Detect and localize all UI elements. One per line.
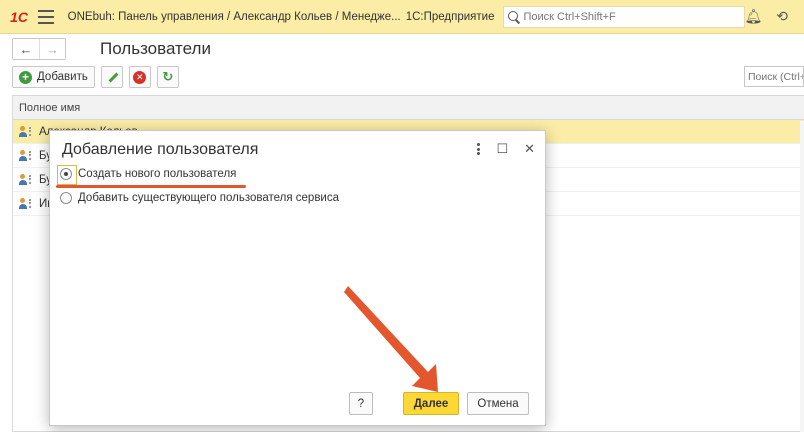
edit-button[interactable] bbox=[100, 66, 123, 88]
app-header: 1С ONEbuh: Панель управления / Александр… bbox=[0, 0, 804, 34]
delete-icon: ✕ bbox=[133, 70, 147, 84]
add-button[interactable]: + Добавить bbox=[12, 66, 95, 88]
maximize-icon[interactable]: ☐ bbox=[496, 141, 508, 157]
refresh-button[interactable]: ↻ bbox=[156, 66, 179, 88]
back-button[interactable]: ← bbox=[13, 39, 39, 59]
add-user-dialog: Добавление пользователя ☐ ✕ Создать ново… bbox=[49, 130, 546, 426]
search-icon bbox=[507, 10, 520, 23]
platform-label: 1С:Предприятие bbox=[405, 10, 495, 23]
help-button[interactable]: ? bbox=[349, 392, 373, 415]
user-icon bbox=[19, 125, 33, 138]
user-icon bbox=[19, 197, 33, 210]
scrollbar[interactable] bbox=[800, 121, 804, 432]
radio-create-new[interactable] bbox=[57, 165, 77, 185]
dialog-title: Добавление пользователя bbox=[62, 141, 259, 158]
global-search[interactable] bbox=[502, 5, 745, 28]
next-button[interactable]: Далее bbox=[403, 392, 459, 415]
app-title: ONEbuh: Панель управления / Александр Ко… bbox=[67, 10, 401, 23]
page-title: Пользователи bbox=[100, 39, 211, 58]
global-search-input[interactable] bbox=[523, 10, 744, 23]
radio-add-existing[interactable] bbox=[60, 192, 72, 204]
column-header-full-name[interactable]: Полное имя bbox=[13, 96, 804, 120]
refresh-icon: ↻ bbox=[162, 69, 174, 84]
more-icon[interactable] bbox=[477, 143, 481, 155]
menu-icon[interactable] bbox=[38, 9, 54, 24]
annotation-underline bbox=[56, 185, 246, 188]
history-icon[interactable]: ⟲ bbox=[776, 8, 788, 25]
app-logo[interactable]: 1С bbox=[6, 0, 32, 34]
option-add-existing-user[interactable]: Добавить существующего пользователя серв… bbox=[60, 192, 339, 204]
close-icon[interactable]: ✕ bbox=[524, 141, 535, 157]
list-toolbar: + Добавить ✕ ↻ bbox=[0, 64, 804, 90]
option-label: Создать нового пользователя bbox=[78, 168, 237, 180]
pencil-icon bbox=[106, 71, 118, 83]
list-search[interactable] bbox=[744, 66, 804, 87]
page-navbar: ← → Пользователи bbox=[0, 35, 804, 63]
cancel-button[interactable]: Отмена bbox=[467, 392, 529, 415]
forward-button[interactable]: → bbox=[39, 39, 65, 59]
plus-icon: + bbox=[19, 70, 32, 84]
option-label: Добавить существующего пользователя серв… bbox=[78, 192, 339, 204]
bell-icon[interactable]: 🔔︎ bbox=[745, 8, 763, 25]
user-icon bbox=[19, 173, 33, 186]
list-search-input[interactable] bbox=[745, 67, 803, 86]
delete-button[interactable]: ✕ bbox=[128, 66, 151, 88]
option-create-new-user[interactable]: Создать нового пользователя bbox=[57, 165, 237, 185]
user-icon bbox=[19, 149, 33, 162]
add-button-label: Добавить bbox=[37, 71, 88, 83]
